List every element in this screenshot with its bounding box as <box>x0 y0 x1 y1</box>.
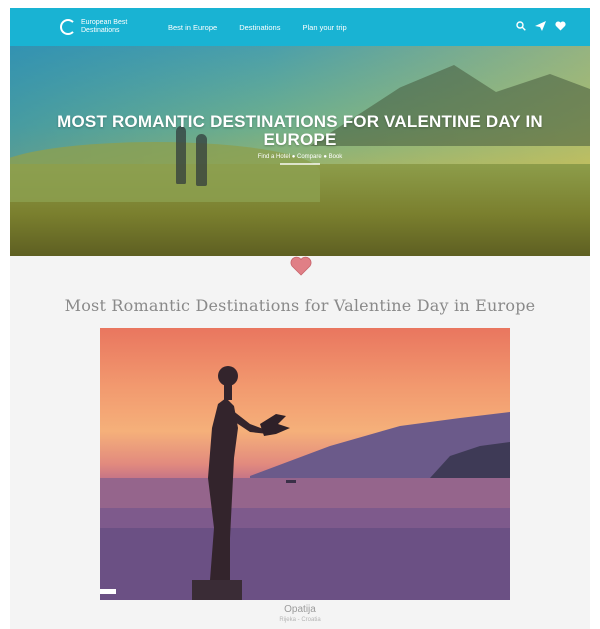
nav-link-plan-your-trip[interactable]: Plan your trip <box>302 23 346 32</box>
nav-links: Best in Europe Destinations Plan your tr… <box>168 8 347 46</box>
hero-subtitle: Find a Hotel ● Compare ● Book <box>257 154 343 160</box>
featured-photo[interactable] <box>100 328 510 600</box>
hero-title: MOST ROMANTIC DESTINATIONS FOR VALENTINE… <box>57 112 543 149</box>
page: European Best Destinations Best in Europ… <box>10 8 590 629</box>
search-icon[interactable] <box>516 20 526 34</box>
nav-icons <box>516 8 566 46</box>
photo-subcaption: Rijeka - Croatia <box>279 617 321 623</box>
nav-link-destinations[interactable]: Destinations <box>239 23 280 32</box>
heart-icon <box>290 256 312 278</box>
nav-link-best-in-europe[interactable]: Best in Europe <box>168 23 217 32</box>
photo-credit-mark <box>100 589 116 594</box>
logo-mark-icon <box>60 19 76 35</box>
page-heading: Most Romantic Destinations for Valentine… <box>64 296 536 315</box>
logo-text: European Best Destinations <box>81 19 128 34</box>
hero-hill <box>10 142 320 202</box>
hero-divider <box>280 163 320 165</box>
site-logo[interactable]: European Best Destinations <box>60 15 147 39</box>
top-nav: European Best Destinations Best in Europ… <box>10 8 590 46</box>
send-icon[interactable] <box>535 20 546 34</box>
hero-banner: MOST ROMANTIC DESTINATIONS FOR VALENTINE… <box>10 46 590 256</box>
heart-icon[interactable] <box>555 20 566 34</box>
photo-caption: Opatija <box>284 604 316 615</box>
